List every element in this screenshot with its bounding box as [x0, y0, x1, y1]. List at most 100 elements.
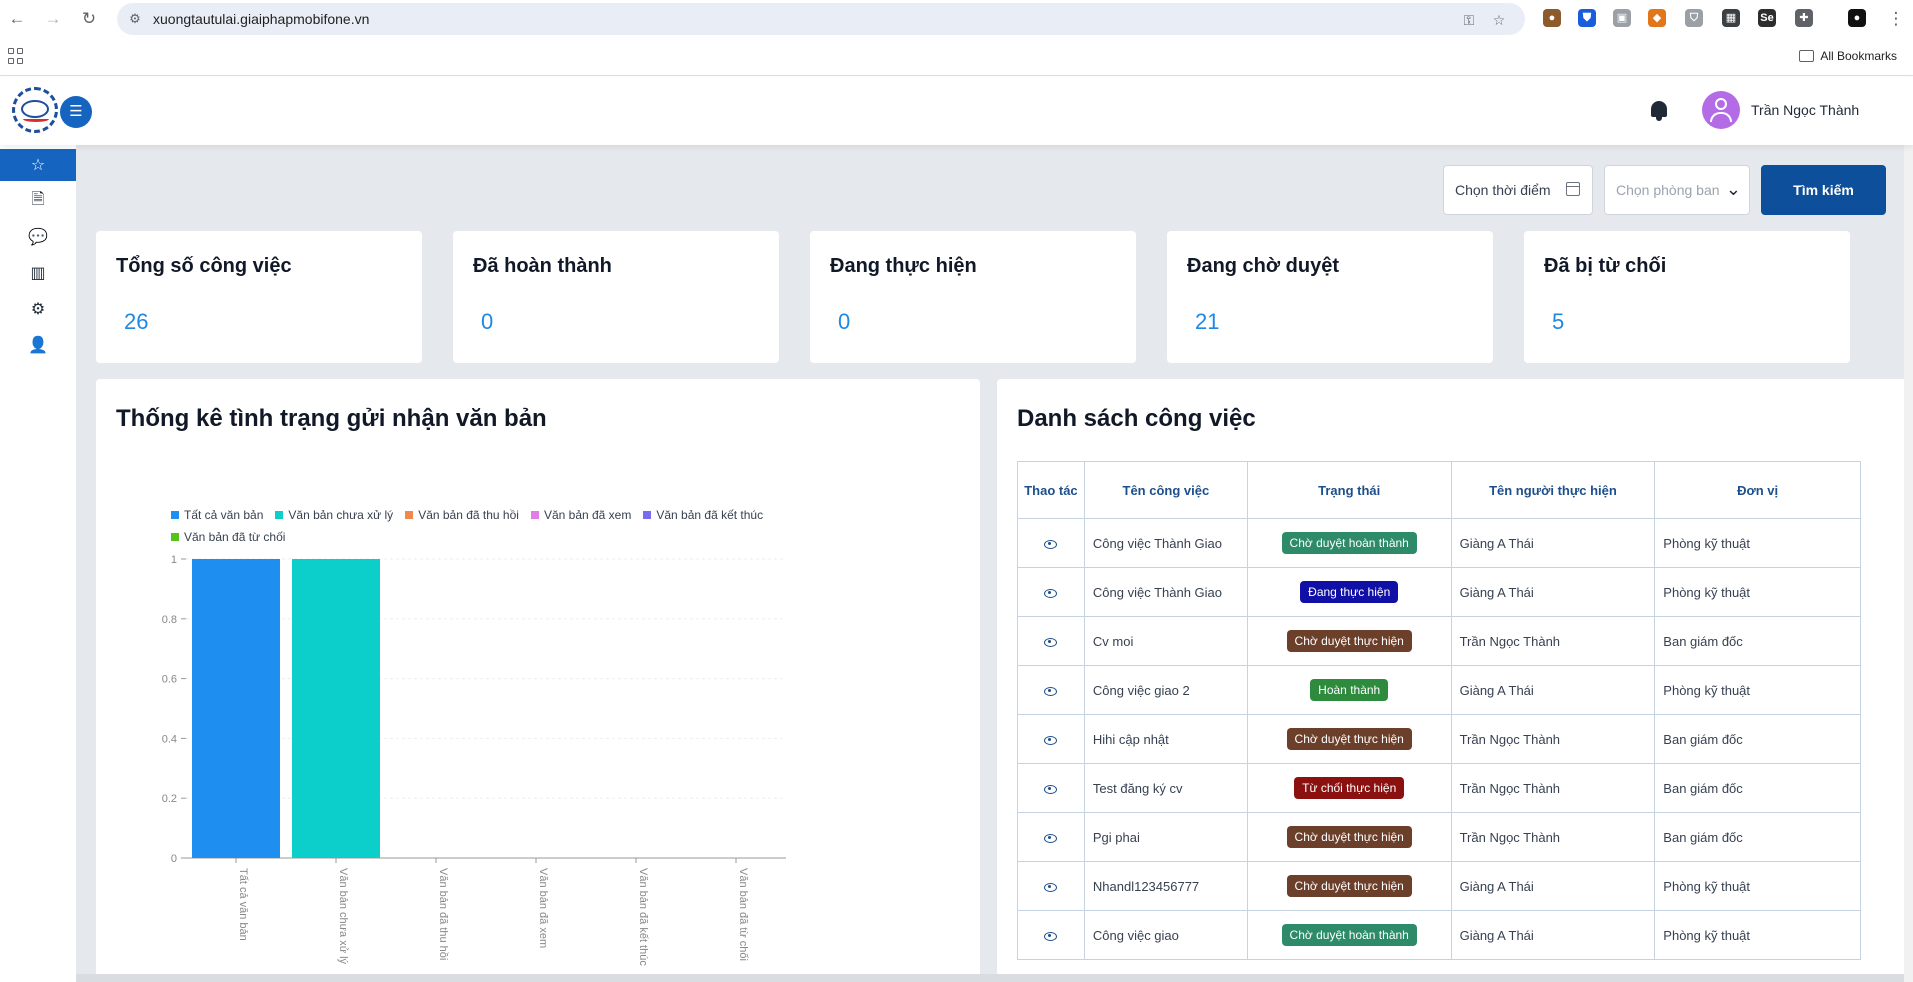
action-cell	[1017, 518, 1085, 568]
assignee-cell: Trần Ngọc Thành	[1450, 763, 1656, 813]
task-name-cell: Công việc giao	[1083, 910, 1248, 960]
eye-icon[interactable]	[1044, 735, 1058, 745]
y-tick-label: 0	[171, 853, 177, 865]
time-picker[interactable]: Chọn thời điểm	[1443, 165, 1593, 215]
bitwarden-extension-icon[interactable]: ⛊	[1578, 9, 1596, 27]
unit-cell: Ban giám đốc	[1654, 714, 1861, 764]
forward-arrow-icon[interactable]: →	[42, 8, 64, 30]
table-row: Công việc Thành Giao Chờ duyệt hoàn thành…	[1017, 518, 1861, 568]
stat-card: Đang chờ duyệt 21	[1167, 231, 1493, 363]
eye-icon[interactable]	[1044, 833, 1058, 843]
column-header: Trạng thái	[1246, 461, 1452, 519]
status-cell: Chờ duyệt thực hiện	[1246, 861, 1452, 911]
bookmark-star-icon[interactable]: ☆	[1490, 11, 1508, 29]
vertical-scrollbar[interactable]	[1904, 145, 1913, 982]
gear-icon: ⚙	[30, 301, 46, 318]
user-name[interactable]: Trần Ngọc Thành	[1751, 102, 1859, 118]
stat-card: Đã hoàn thành 0	[453, 231, 779, 363]
stat-card-title: Tổng số công việc	[116, 255, 292, 277]
site-info-icon[interactable]: ⚙	[127, 11, 143, 27]
main-content: Chọn thời điểm Chọn phòng ban ⌄ Tìm kiếm…	[76, 145, 1913, 982]
search-button[interactable]: Tìm kiếm	[1761, 165, 1886, 215]
task-name-cell: Công việc Thành Giao	[1083, 518, 1248, 568]
sidebar-item-settings[interactable]: ⚙	[0, 293, 76, 325]
y-tick-label: 0.4	[162, 733, 177, 745]
bar	[192, 559, 280, 858]
task-name-cell: Cv moi	[1083, 616, 1248, 666]
unit-cell: Phòng kỹ thuật	[1654, 518, 1861, 568]
table-row: Hihi cập nhật Chờ duyệt thực hiện Trần Ngọ…	[1017, 714, 1861, 764]
task-name-cell: Pgi phai	[1083, 812, 1248, 862]
eye-icon[interactable]	[1044, 588, 1058, 598]
assignee-cell: Giàng A Thái	[1450, 518, 1656, 568]
sidebar-item-messages[interactable]: 💬	[0, 221, 76, 253]
qr-extension-icon[interactable]: ▦	[1722, 9, 1740, 27]
action-cell	[1017, 910, 1085, 960]
menu-toggle-button[interactable]: ☰	[60, 96, 92, 128]
assignee-cell: Trần Ngọc Thành	[1450, 812, 1656, 862]
apps-grid-icon[interactable]	[8, 48, 24, 64]
stat-card-title: Đang thực hiện	[830, 255, 977, 277]
avatar[interactable]	[1702, 91, 1740, 129]
horizontal-scrollbar[interactable]	[76, 974, 1904, 982]
table-row: Công việc giao 2 Hoàn thành Giàng A Thái Ph…	[1017, 665, 1861, 715]
kebab-menu-icon[interactable]: ⋮	[1885, 8, 1907, 30]
eye-icon[interactable]	[1044, 539, 1058, 549]
back-arrow-icon[interactable]: ←	[6, 8, 28, 30]
column-header: Đơn vị	[1654, 461, 1861, 519]
status-badge: Chờ duyệt hoàn thành	[1281, 532, 1417, 554]
address-bar[interactable]: ⚙ xuongtautulai.giaiphapmobifone.vn ⚿ ☆	[117, 3, 1525, 35]
all-bookmarks-button[interactable]: All Bookmarks	[1799, 49, 1897, 63]
status-badge: Đang thực hiện	[1300, 581, 1399, 603]
metamask-extension-icon[interactable]: ◆	[1648, 9, 1666, 27]
status-badge: Từ chối thực hiện	[1294, 777, 1405, 799]
shield-extension-icon[interactable]: ⛉	[1685, 9, 1703, 27]
status-cell: Chờ duyệt thực hiện	[1246, 714, 1452, 764]
chevron-down-icon: ⌄	[1725, 179, 1741, 199]
y-tick-label: 1	[171, 554, 177, 566]
action-cell	[1017, 763, 1085, 813]
eye-icon[interactable]	[1044, 784, 1058, 794]
x-tick-label: Văn bản chưa xử lý	[337, 868, 349, 965]
sidebar-item-favorites[interactable]: ☆	[0, 149, 76, 181]
eye-icon[interactable]	[1044, 882, 1058, 892]
reload-icon[interactable]: ↻	[78, 8, 100, 30]
task-name-cell: Test đăng ký cv	[1083, 763, 1248, 813]
sidebar-item-users[interactable]: 👤	[0, 329, 76, 361]
eye-icon[interactable]	[1044, 637, 1058, 647]
key-icon[interactable]: ⚿	[1460, 11, 1478, 29]
notification-bell-icon[interactable]	[1648, 99, 1670, 123]
unit-cell: Phòng kỹ thuật	[1654, 567, 1861, 617]
sidebar-item-documents[interactable]: 🗎	[0, 185, 76, 217]
column-header: Tên công việc	[1083, 461, 1248, 519]
puzzle-extension-icon[interactable]: ✚	[1795, 9, 1813, 27]
cookie-extension-icon[interactable]: ●	[1543, 9, 1561, 27]
kanban-icon: ▥	[30, 265, 46, 282]
status-cell: Chờ duyệt thực hiện	[1246, 812, 1452, 862]
task-name-cell: Hihi cập nhật	[1083, 714, 1248, 764]
department-select[interactable]: Chọn phòng ban ⌄	[1604, 165, 1750, 215]
stat-card-title: Đã bị từ chối	[1544, 255, 1667, 277]
eye-icon[interactable]	[1044, 686, 1058, 696]
selenium-extension-icon[interactable]: Se	[1758, 9, 1776, 27]
stat-card: Đã bị từ chối 5	[1524, 231, 1850, 363]
profile-extension-icon[interactable]: ●	[1848, 9, 1866, 27]
bookmarks-bar: All Bookmarks	[0, 38, 1913, 76]
action-cell	[1017, 567, 1085, 617]
task-list-panel: Danh sách công việc Thao tác Tên công việ…	[997, 379, 1913, 982]
document-icon: 🗎	[31, 190, 45, 208]
x-tick-label: Tất cả văn bản	[237, 868, 249, 941]
table-row: Test đăng ký cv Từ chối thực hiện Trần Ngọ…	[1017, 763, 1861, 813]
url-text[interactable]: xuongtautulai.giaiphapmobifone.vn	[153, 11, 369, 27]
all-bookmarks-label: All Bookmarks	[1820, 49, 1897, 63]
sidebar-item-board[interactable]: ▥	[0, 257, 76, 289]
logo[interactable]	[12, 87, 58, 133]
image-extension-icon[interactable]: ▣	[1613, 9, 1631, 27]
status-cell: Chờ duyệt thực hiện	[1246, 616, 1452, 666]
stat-card-title: Đã hoàn thành	[473, 255, 612, 277]
task-name-cell: Nhandl123456777	[1083, 861, 1248, 911]
action-cell	[1017, 714, 1085, 764]
eye-icon[interactable]	[1044, 931, 1058, 941]
table-header-row: Thao tác Tên công việc Trạng thái Tên người…	[1017, 461, 1861, 519]
table-row: Nhandl123456777 Chờ duyệt thực hiện Giàng …	[1017, 861, 1861, 911]
